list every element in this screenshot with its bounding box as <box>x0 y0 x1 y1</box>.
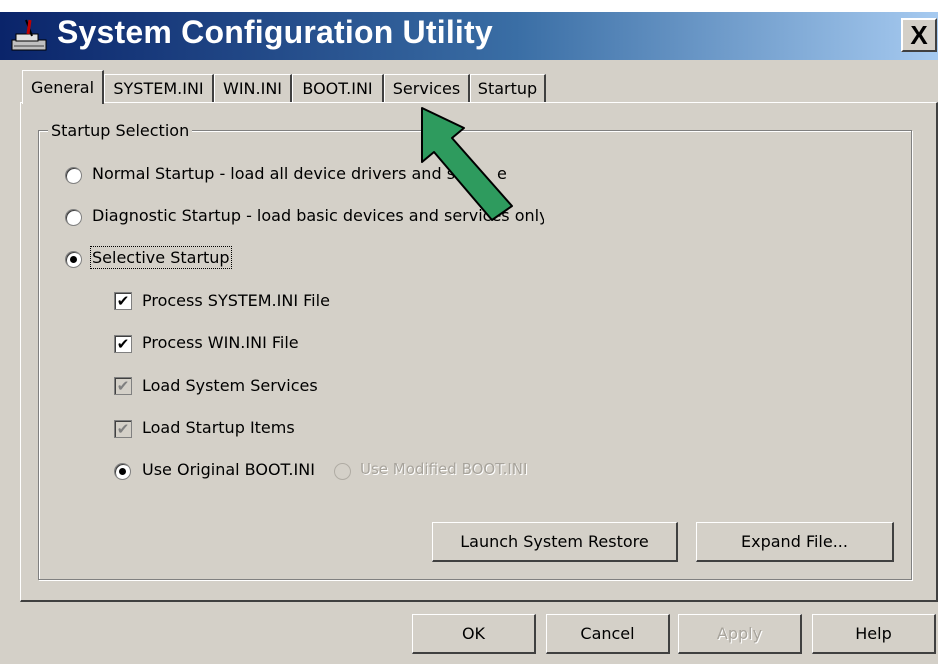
launch-system-restore-button[interactable]: Launch System Restore <box>432 522 678 562</box>
green-pointer-arrow-icon <box>421 107 513 221</box>
tab-startup-label: Startup <box>477 79 538 98</box>
ok-label: OK <box>461 624 486 643</box>
use-original-boot-ini-label[interactable]: Use Original BOOT.INI <box>142 460 315 479</box>
load-system-services-label[interactable]: Load System Services <box>142 376 318 395</box>
tab-win-ini-label: WIN.INI <box>223 79 282 98</box>
process-system-ini-checkbox[interactable]: ✔ <box>114 292 132 310</box>
window-title: System Configuration Utility <box>57 14 493 50</box>
tab-general[interactable]: General <box>22 70 104 104</box>
tab-system-ini[interactable]: SYSTEM.INI <box>104 74 214 102</box>
radio-dot <box>70 256 77 263</box>
tab-startup[interactable]: Startup <box>470 74 546 102</box>
apply-label: Apply <box>716 624 763 643</box>
ok-button[interactable]: OK <box>412 614 536 654</box>
selective-startup-radio[interactable] <box>65 251 82 268</box>
launch-system-restore-label: Launch System Restore <box>460 532 649 551</box>
radio-dot <box>119 468 126 475</box>
process-system-ini-label[interactable]: Process SYSTEM.INI File <box>142 291 330 310</box>
checkmark-icon: ✔ <box>116 334 130 353</box>
normal-startup-radio[interactable] <box>65 167 82 184</box>
close-icon: X <box>910 20 928 50</box>
load-system-services-checkbox[interactable]: ✔ <box>114 377 132 395</box>
process-win-ini-checkbox[interactable]: ✔ <box>114 335 132 353</box>
apply-button[interactable]: Apply <box>678 614 802 654</box>
load-startup-items-checkbox[interactable]: ✔ <box>114 420 132 438</box>
checkmark-icon: ✔ <box>116 291 130 310</box>
tab-win-ini[interactable]: WIN.INI <box>214 74 292 102</box>
use-modified-boot-ini-label: Use Modified BOOT.INI <box>360 460 528 478</box>
expand-file-button[interactable]: Expand File... <box>696 522 894 562</box>
use-original-boot-ini-radio[interactable] <box>114 463 131 480</box>
close-button[interactable]: X <box>901 18 937 52</box>
system-config-icon <box>11 19 47 51</box>
load-startup-items-label[interactable]: Load Startup Items <box>142 418 295 437</box>
help-button[interactable]: Help <box>812 614 936 654</box>
use-modified-boot-ini-radio[interactable] <box>334 463 351 480</box>
tab-services[interactable]: Services <box>384 74 470 102</box>
selective-startup-label[interactable]: Selective Startup <box>90 246 232 269</box>
startup-selection-legend: Startup Selection <box>48 121 193 140</box>
tab-services-label: Services <box>392 79 461 98</box>
title-bar-top-strip <box>0 0 938 12</box>
tab-boot-ini-label: BOOT.INI <box>302 79 373 98</box>
checkmark-icon: ✔ <box>116 376 130 395</box>
process-win-ini-label[interactable]: Process WIN.INI File <box>142 333 299 352</box>
tab-system-ini-label: SYSTEM.INI <box>113 79 204 98</box>
expand-file-label: Expand File... <box>741 532 848 551</box>
cancel-button[interactable]: Cancel <box>546 614 670 654</box>
diagnostic-startup-radio[interactable] <box>65 209 82 226</box>
tab-general-label: General <box>30 78 95 97</box>
cancel-label: Cancel <box>580 624 635 643</box>
tab-boot-ini[interactable]: BOOT.INI <box>292 74 384 102</box>
checkmark-icon: ✔ <box>116 419 130 438</box>
help-label: Help <box>855 624 892 643</box>
